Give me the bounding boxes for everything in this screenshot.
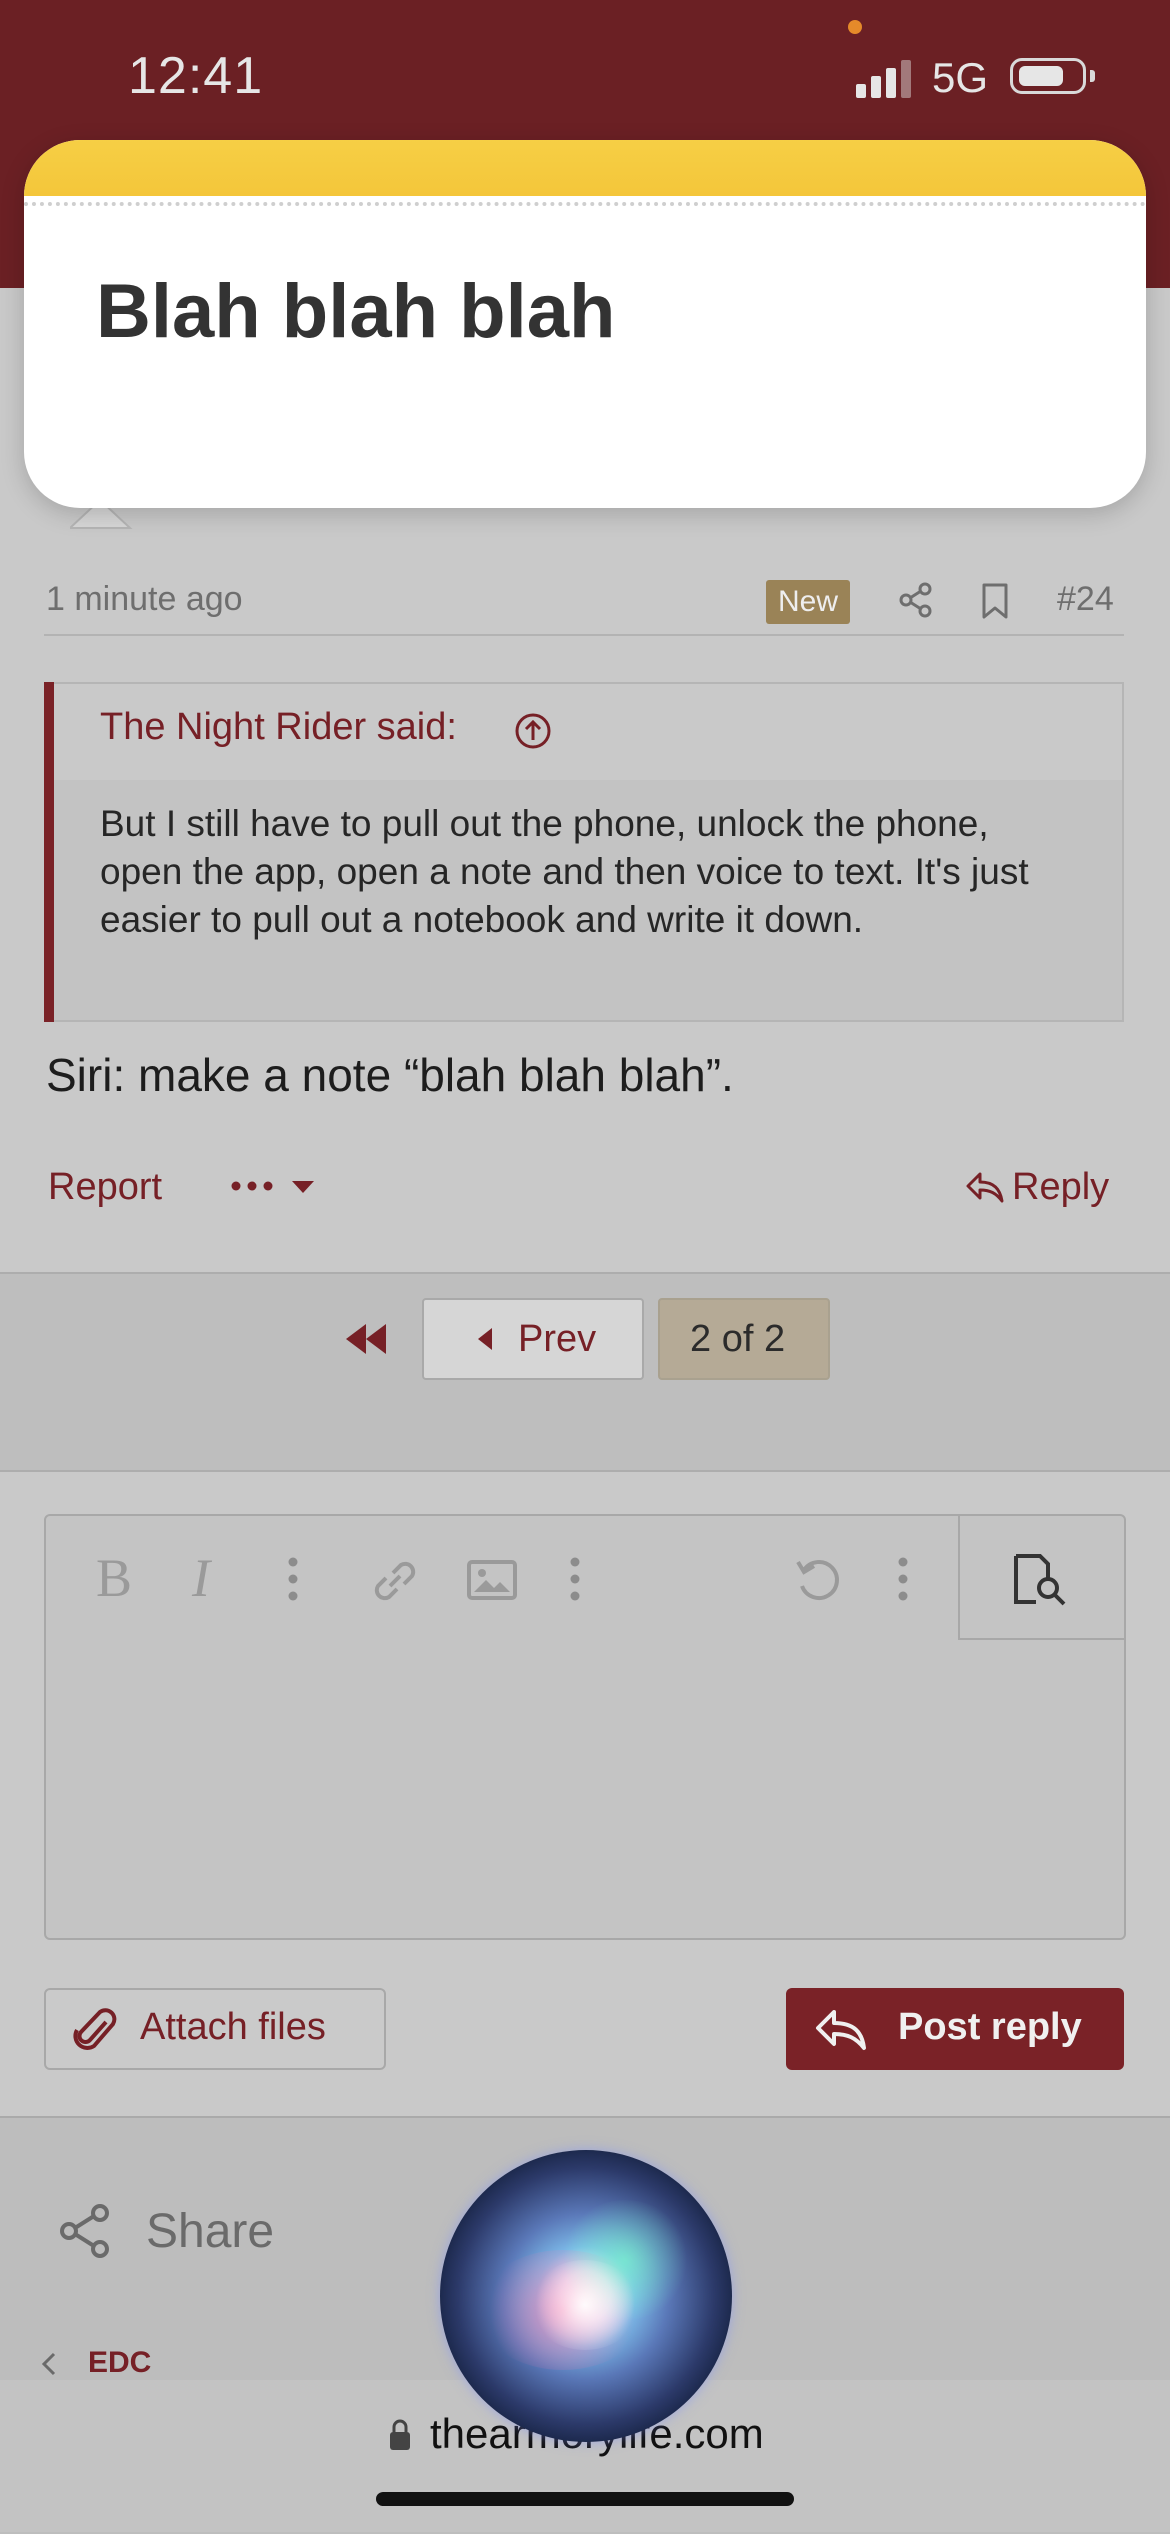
post-number-link[interactable]: #24 <box>1057 580 1114 619</box>
status-time: 12:41 <box>128 47 264 105</box>
page-indicator-label: 2 of 2 <box>690 1318 786 1360</box>
image-icon[interactable] <box>466 1558 518 1602</box>
lock-icon <box>390 2419 410 2450</box>
link-icon[interactable] <box>368 1556 422 1606</box>
share-icon[interactable] <box>56 2202 114 2260</box>
more-vertical-icon[interactable] <box>896 1556 910 1602</box>
svg-text:I: I <box>191 1548 213 1608</box>
svg-text:B: B <box>96 1548 132 1608</box>
signal-icon <box>856 58 912 98</box>
more-vertical-icon[interactable] <box>568 1556 582 1602</box>
reply-icon <box>816 2010 866 2050</box>
post-meta-divider <box>44 634 1124 636</box>
more-options-icon[interactable] <box>230 1164 320 1208</box>
caret-left-icon <box>478 1328 492 1350</box>
reply-link[interactable]: Reply <box>1012 1166 1109 1209</box>
more-vertical-icon[interactable] <box>286 1556 300 1602</box>
new-badge: New <box>766 580 851 624</box>
quote-text: But I still have to pull out the phone, … <box>100 803 1029 940</box>
paperclip-icon <box>73 2008 117 2050</box>
quote-accent-bar <box>44 682 54 1022</box>
preview-icon[interactable] <box>1012 1552 1070 1608</box>
share-link[interactable]: Share <box>146 2204 274 2259</box>
attach-files-label: Attach files <box>140 2006 326 2048</box>
italic-icon[interactable]: I <box>188 1548 228 1608</box>
report-link[interactable]: Report <box>48 1166 162 1209</box>
siri-note-card[interactable]: Blah blah blah <box>24 140 1146 508</box>
siri-glow <box>530 2260 640 2350</box>
post-reply-label: Post reply <box>898 2006 1082 2048</box>
share-icon[interactable] <box>898 582 934 618</box>
arrow-up-circle-icon[interactable] <box>514 712 552 750</box>
battery-level <box>1019 66 1063 86</box>
post-timestamp[interactable]: 1 minute ago <box>46 580 243 619</box>
post-body: Siri: make a note “blah blah blah”. <box>46 1049 734 1101</box>
note-text: Blah blah blah <box>96 269 616 354</box>
battery-tip <box>1090 70 1095 82</box>
chevron-left-icon[interactable] <box>38 2350 58 2378</box>
mic-indicator-dot <box>848 20 862 34</box>
battery-icon <box>1010 58 1086 94</box>
undo-icon[interactable] <box>792 1554 844 1606</box>
reply-icon[interactable] <box>964 1168 1006 1206</box>
network-label: 5G <box>932 54 989 101</box>
home-indicator[interactable] <box>376 2492 794 2506</box>
note-dotted-divider <box>24 202 1146 206</box>
bookmark-icon[interactable] <box>978 582 1012 620</box>
quote-author-link[interactable]: The Night Rider said: <box>100 706 457 749</box>
bold-icon[interactable]: B <box>92 1548 136 1608</box>
prev-page-label: Prev <box>518 1318 597 1360</box>
first-page-icon[interactable] <box>340 1314 394 1364</box>
note-header-strip <box>24 140 1146 196</box>
breadcrumb-forum-link[interactable]: EDC <box>88 2346 151 2380</box>
